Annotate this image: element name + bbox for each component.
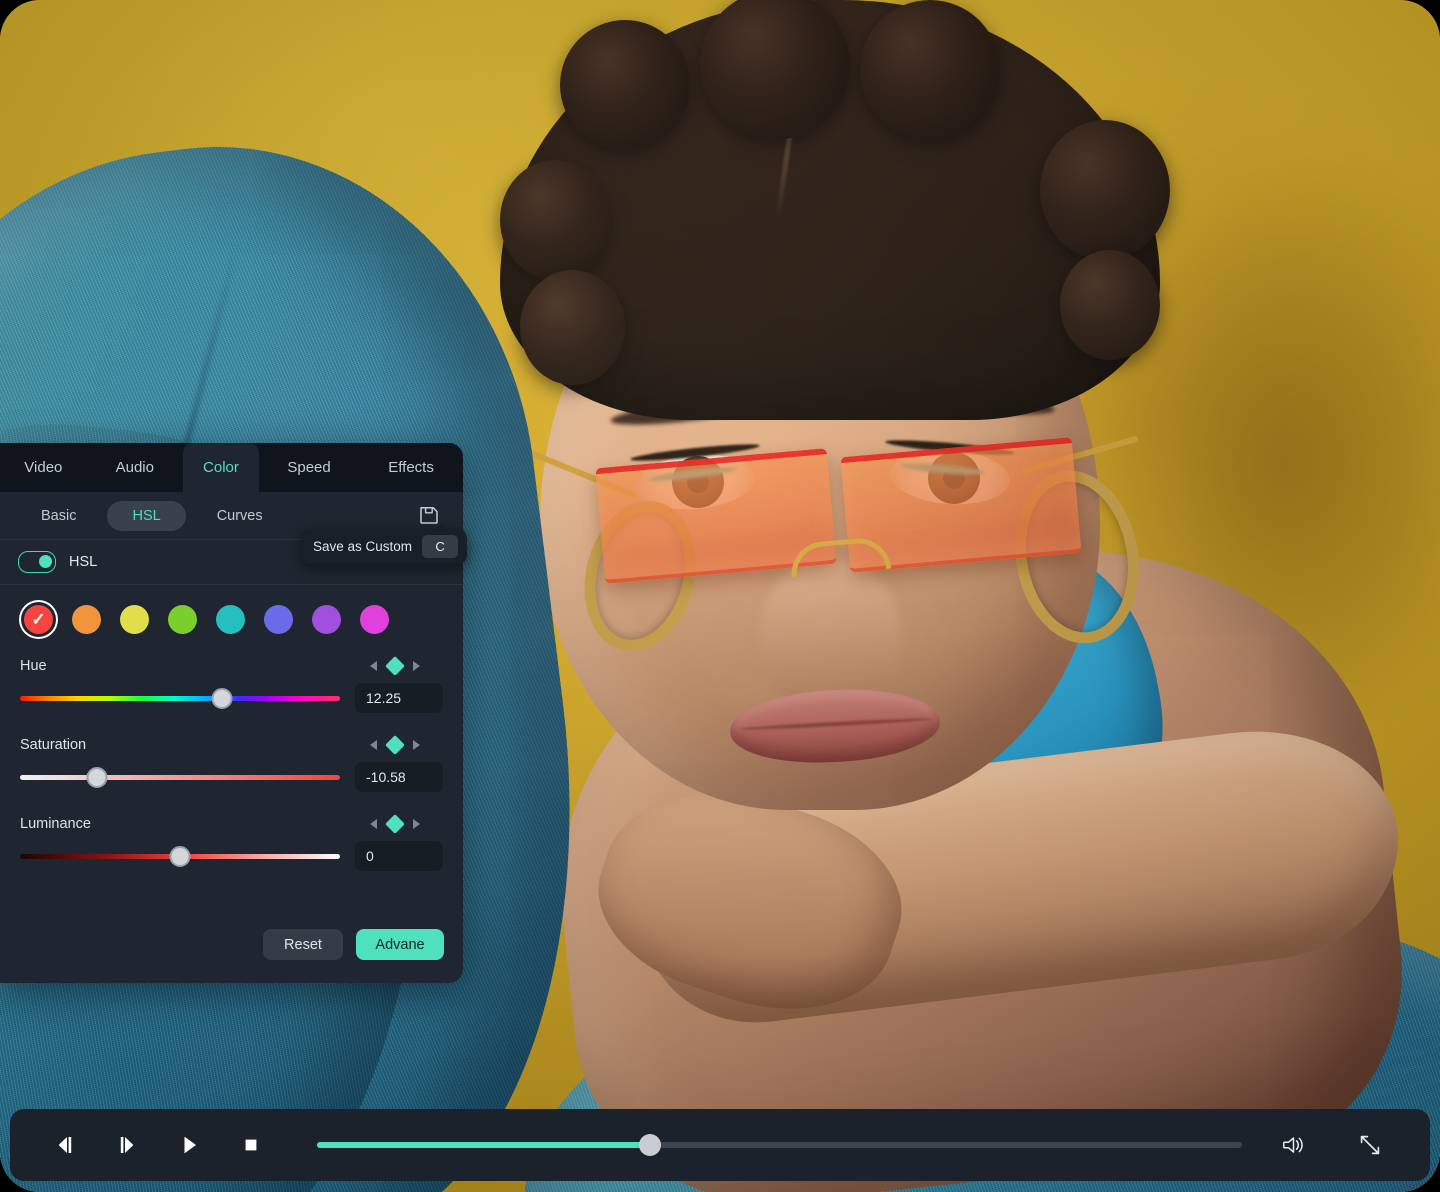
subtab-basic[interactable]: Basic: [16, 501, 101, 531]
tab-video[interactable]: Video: [0, 443, 87, 492]
luminance-slider[interactable]: [20, 844, 340, 868]
color-swatch-row: ✓: [0, 585, 463, 634]
saturation-label: Saturation: [20, 737, 87, 753]
hue-track: [20, 695, 340, 701]
stop-icon[interactable]: [227, 1121, 275, 1169]
advance-button[interactable]: Advane: [356, 929, 444, 960]
expand-fullscreen-icon[interactable]: [1346, 1121, 1394, 1169]
tooltip-label: Save as Custom: [313, 539, 413, 554]
tab-audio[interactable]: Audio: [87, 443, 183, 492]
swatch-aqua[interactable]: [216, 605, 245, 634]
hair-bun: [500, 160, 610, 280]
saturation-slider-thumb[interactable]: [86, 766, 108, 788]
luminance-add-keyframe-icon[interactable]: [385, 814, 405, 834]
progress-fill: [317, 1142, 650, 1148]
subtab-hsl[interactable]: HSL: [107, 500, 186, 531]
hue-value-input[interactable]: 12.25: [355, 683, 443, 713]
playback-progress-slider[interactable]: [317, 1133, 1242, 1157]
luminance-prev-keyframe-icon[interactable]: [370, 819, 377, 829]
hair-bun: [560, 20, 690, 150]
swatch-red[interactable]: ✓: [24, 605, 53, 634]
tab-color-label: Color: [203, 459, 239, 476]
hsl-toggle-switch[interactable]: [18, 551, 56, 573]
swatch-purple[interactable]: [312, 605, 341, 634]
subtab-basic-label: Basic: [41, 507, 77, 524]
previous-frame-icon[interactable]: [41, 1121, 89, 1169]
speaker-volume-icon[interactable]: [1270, 1121, 1318, 1169]
hsl-toggle-label: HSL: [69, 554, 98, 570]
hue-keyframe-controls: [370, 656, 443, 676]
hair-bun: [520, 270, 625, 385]
saturation-track: [20, 774, 340, 780]
hair-bun: [860, 0, 1000, 140]
panel-footer-buttons: Reset Advane: [263, 929, 444, 960]
hue-next-keyframe-icon[interactable]: [413, 661, 420, 671]
hue-label: Hue: [20, 658, 47, 674]
hue-add-keyframe-icon[interactable]: [385, 656, 405, 676]
app-window: Video Audio Color Speed Effects Basic HS…: [0, 0, 1440, 1192]
luminance-value-input[interactable]: 0: [355, 841, 443, 871]
tab-effects-label: Effects: [388, 459, 434, 476]
slider-luminance: Luminance 0: [0, 807, 463, 871]
subtab-hsl-label: HSL: [132, 507, 161, 524]
subtab-curves[interactable]: Curves: [192, 501, 288, 531]
hue-prev-keyframe-icon[interactable]: [370, 661, 377, 671]
saturation-keyframe-controls: [370, 735, 443, 755]
color-editor-panel: Video Audio Color Speed Effects Basic HS…: [0, 443, 463, 983]
tab-video-label: Video: [24, 459, 63, 476]
panel-tabbar: Video Audio Color Speed Effects: [0, 443, 463, 492]
tab-effects[interactable]: Effects: [359, 443, 463, 492]
swatch-blue[interactable]: [264, 605, 293, 634]
slider-saturation: Saturation -10.58: [0, 728, 463, 792]
play-icon[interactable]: [165, 1121, 213, 1169]
tab-speed-label: Speed: [287, 459, 331, 476]
luminance-slider-thumb[interactable]: [169, 845, 191, 867]
progress-thumb[interactable]: [639, 1134, 661, 1156]
swatch-yellow[interactable]: [120, 605, 149, 634]
transport-right-controls: [1270, 1121, 1394, 1169]
subtab-curves-label: Curves: [216, 507, 263, 524]
swatch-orange[interactable]: [72, 605, 101, 634]
tab-audio-label: Audio: [115, 459, 154, 476]
saturation-add-keyframe-icon[interactable]: [385, 735, 405, 755]
tooltip-shortcut-key: C: [422, 535, 459, 558]
swatch-green[interactable]: [168, 605, 197, 634]
luminance-next-keyframe-icon[interactable]: [413, 819, 420, 829]
tab-color[interactable]: Color: [182, 443, 260, 492]
swatch-check-icon: ✓: [31, 610, 46, 629]
swatch-magenta[interactable]: [360, 605, 389, 634]
saturation-prev-keyframe-icon[interactable]: [370, 740, 377, 750]
slider-hue: Hue 12.25: [0, 649, 463, 713]
next-frame-icon[interactable]: [103, 1121, 151, 1169]
reset-button[interactable]: Reset: [263, 929, 343, 960]
tab-speed[interactable]: Speed: [259, 443, 359, 492]
luminance-keyframe-controls: [370, 814, 443, 834]
hair-bun: [1040, 120, 1170, 260]
saturation-value-input[interactable]: -10.58: [355, 762, 443, 792]
saturation-slider[interactable]: [20, 765, 340, 789]
hair-bun: [1060, 250, 1160, 360]
hue-slider[interactable]: [20, 686, 340, 710]
playback-transport-bar: [10, 1109, 1430, 1181]
hue-slider-thumb[interactable]: [211, 687, 233, 709]
luminance-label: Luminance: [20, 816, 91, 832]
saturation-next-keyframe-icon[interactable]: [413, 740, 420, 750]
toggle-knob: [39, 554, 52, 568]
save-as-custom-tooltip: Save as Custom C: [301, 523, 468, 564]
